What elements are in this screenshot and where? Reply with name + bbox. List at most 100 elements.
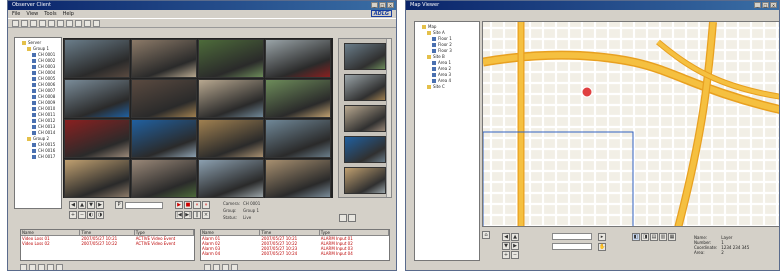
alarm-clear-icon[interactable] — [213, 264, 220, 270]
zoom-in-button[interactable]: + — [69, 211, 77, 219]
alarm-print-icon[interactable] — [231, 264, 238, 270]
camera-tile[interactable] — [265, 79, 331, 118]
speed-button[interactable]: × — [202, 211, 210, 219]
map-zoom-out-button[interactable]: − — [511, 251, 519, 259]
focus-near-button[interactable]: ◐ — [87, 211, 95, 219]
map-canvas[interactable] — [482, 21, 779, 227]
map-pan-right-button[interactable]: ▶ — [511, 242, 519, 250]
map-home-button[interactable]: ⌂ — [482, 231, 490, 239]
col-name[interactable]: Name — [21, 230, 81, 235]
camera-tile[interactable] — [131, 119, 197, 158]
pan-up-button[interactable]: ▲ — [78, 201, 86, 209]
device-tree[interactable]: Server Group 1 CH 0001 CH 0002 CH 0003 CH 000… — [14, 37, 62, 209]
alarm-list[interactable]: Name Time Type Alarm 01 2007/05/27 10:21 A… — [200, 229, 390, 261]
menu-view[interactable]: View — [26, 10, 38, 18]
close-button[interactable]: × — [387, 2, 394, 8]
table-row[interactable]: Video Loss 02 2007/05/27 10:22 ACTIVE Vide… — [21, 241, 194, 246]
connect-icon[interactable] — [12, 19, 19, 27]
option-button-1[interactable] — [339, 214, 347, 222]
camera-tile[interactable] — [265, 119, 331, 158]
preset-button[interactable]: P — [115, 201, 123, 209]
camera-tile[interactable] — [265, 39, 331, 78]
forward-button[interactable]: » — [202, 201, 210, 209]
event-filter-icon[interactable] — [20, 264, 27, 270]
col-time[interactable]: Time — [80, 230, 135, 235]
col-type[interactable]: Type — [135, 230, 194, 235]
pause-button[interactable]: ‖ — [193, 211, 201, 219]
map-maximize-button[interactable]: □ — [762, 2, 769, 8]
camera-tile[interactable] — [64, 79, 130, 118]
minimize-button[interactable]: _ — [371, 2, 378, 8]
camera-thumbnail[interactable] — [344, 105, 386, 132]
focus-far-button[interactable]: ◑ — [96, 211, 104, 219]
camera-marker-icon[interactable] — [581, 86, 593, 98]
layout-16-icon[interactable] — [57, 19, 64, 27]
map-close-button[interactable]: × — [770, 2, 777, 8]
camera-tile[interactable] — [64, 119, 130, 158]
layout-1-icon[interactable] — [30, 19, 37, 27]
layout-9-icon[interactable] — [48, 19, 55, 27]
camera-thumbnail[interactable] — [344, 43, 386, 70]
map-search-input[interactable] — [552, 233, 592, 240]
map-zoom-in-button[interactable]: + — [502, 251, 510, 259]
playback-icon[interactable] — [84, 19, 91, 27]
camera-tile[interactable] — [131, 79, 197, 118]
snapshot-icon[interactable] — [66, 19, 73, 27]
camera-tile[interactable] — [198, 159, 264, 198]
col-type[interactable]: Type — [320, 230, 389, 235]
menu-file[interactable]: File — [12, 10, 20, 18]
camera-thumbnail[interactable] — [344, 136, 386, 163]
map-pan-down-button[interactable]: ▼ — [502, 242, 510, 250]
camera-thumbnail[interactable] — [344, 74, 386, 101]
zoom-out-button[interactable]: − — [78, 211, 86, 219]
title-bar[interactable]: Observer Client _ □ × — [8, 1, 396, 10]
pan-down-button[interactable]: ▼ — [87, 201, 95, 209]
maximize-button[interactable]: □ — [379, 2, 386, 8]
camera-thumbnail[interactable] — [344, 167, 386, 194]
next-button[interactable]: ▶| — [184, 211, 192, 219]
settings-icon[interactable] — [93, 19, 100, 27]
map-layer-button-1[interactable]: ◧ — [632, 233, 640, 241]
map-tree[interactable]: Map Site A Floor 1 Floor 2 Floor 3 Site B Area… — [414, 21, 480, 261]
camera-tile[interactable] — [265, 159, 331, 198]
camera-tile[interactable] — [198, 119, 264, 158]
option-button-2[interactable] — [348, 214, 356, 222]
col-time[interactable]: Time — [260, 230, 320, 235]
pan-right-button[interactable]: ▶ — [96, 201, 104, 209]
map-tool-hand-button[interactable]: ✋ — [598, 243, 606, 251]
camera-tile[interactable] — [64, 39, 130, 78]
table-row[interactable]: Alarm 04 2007/05/27 10:24 ALARM Input 04 — [201, 251, 389, 256]
map-selection-rect[interactable] — [483, 131, 634, 227]
map-layer-button-3[interactable]: ▤ — [650, 233, 658, 241]
menu-help[interactable]: Help — [63, 10, 74, 18]
map-layer-button-5[interactable]: ▦ — [668, 233, 676, 241]
event-export-icon[interactable] — [38, 264, 45, 270]
camera-tile[interactable] — [198, 79, 264, 118]
rewind-button[interactable]: « — [193, 201, 201, 209]
prev-button[interactable]: |◀ — [175, 211, 183, 219]
map-minimize-button[interactable]: _ — [754, 2, 761, 8]
event-print-icon[interactable] — [47, 264, 54, 270]
event-clear-icon[interactable] — [29, 264, 36, 270]
alarm-export-icon[interactable] — [222, 264, 229, 270]
menu-tools[interactable]: Tools — [44, 10, 56, 18]
map-tool-select-button[interactable]: ▸ — [598, 233, 606, 241]
map-scale-input[interactable] — [552, 243, 592, 250]
tree-node[interactable]: CH 0017 — [17, 154, 59, 160]
thumbnail-scrollbar[interactable] — [386, 39, 391, 197]
map-title-bar[interactable]: Map Viewer _ □ × — [406, 1, 779, 10]
col-name[interactable]: Name — [201, 230, 261, 235]
camera-tile[interactable] — [198, 39, 264, 78]
camera-tile[interactable] — [131, 159, 197, 198]
map-layer-button-2[interactable]: ◨ — [641, 233, 649, 241]
map-pan-up-button[interactable]: ▲ — [511, 233, 519, 241]
play-button[interactable]: ▶ — [175, 201, 183, 209]
alarm-ack-icon[interactable] — [204, 264, 211, 270]
preset-input[interactable] — [125, 202, 163, 209]
map-pan-left-button[interactable]: ◀ — [502, 233, 510, 241]
camera-tile[interactable] — [131, 39, 197, 78]
event-list[interactable]: Name Time Type Video Loss 01 2007/05/27 1… — [20, 229, 195, 261]
record-icon[interactable] — [75, 19, 82, 27]
tree-node[interactable]: Site C — [417, 84, 477, 90]
pan-left-button[interactable]: ◀ — [69, 201, 77, 209]
